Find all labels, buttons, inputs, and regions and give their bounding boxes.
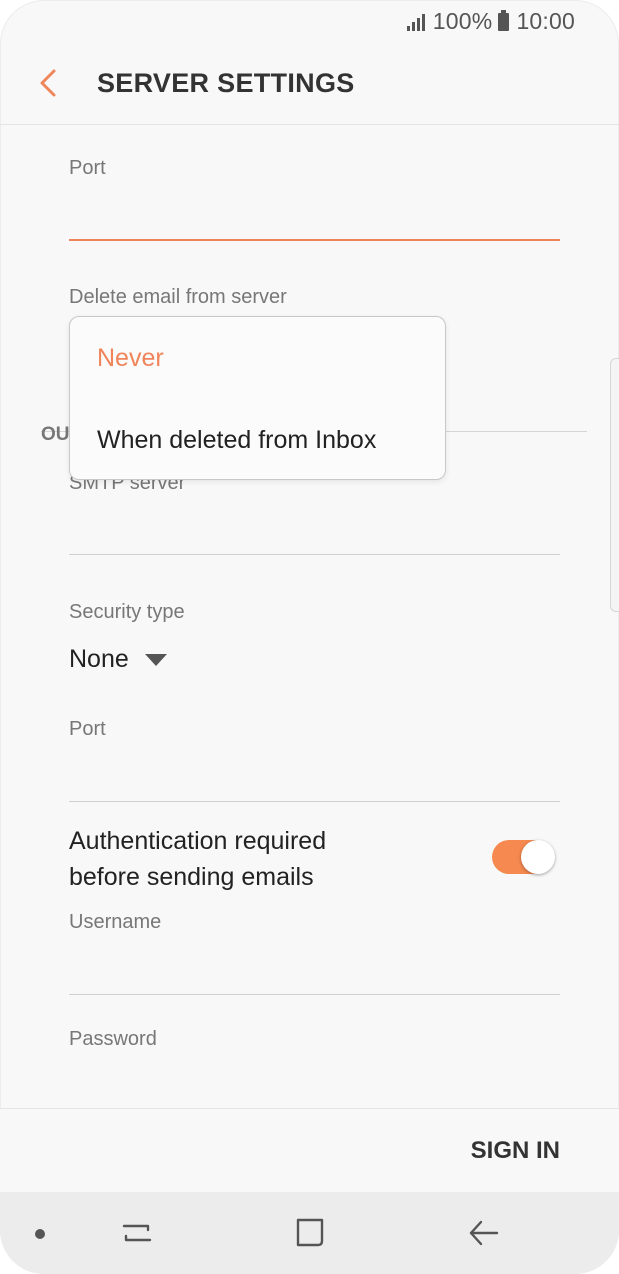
- toggle-knob: [521, 840, 555, 874]
- app-header: SERVER SETTINGS: [0, 42, 619, 125]
- auth-required-label: Authentication required before sending e…: [69, 823, 326, 895]
- auth-line-2: before sending emails: [69, 863, 314, 891]
- phone-screen: 100% 10:00 SERVER SETTINGS Port Delete e…: [0, 0, 619, 1274]
- security-type-value: None: [69, 645, 129, 673]
- edge-panel-handle[interactable]: [610, 358, 619, 612]
- status-bar: 100% 10:00: [0, 0, 619, 42]
- signal-icon: [406, 13, 427, 31]
- battery-percent: 100%: [432, 8, 493, 34]
- security-type-select[interactable]: None: [69, 645, 167, 674]
- option-never[interactable]: Never: [97, 344, 164, 373]
- incoming-port-label: Port: [69, 157, 106, 179]
- nav-dot-icon: [35, 1229, 45, 1239]
- auth-toggle[interactable]: [492, 840, 556, 874]
- delete-email-dropdown: Never When deleted from Inbox: [69, 316, 446, 480]
- smtp-server-input[interactable]: [69, 554, 560, 555]
- username-input[interactable]: [69, 994, 560, 995]
- security-type-label: Security type: [69, 601, 185, 623]
- outgoing-section-heading: OU: [41, 424, 70, 445]
- page-title: SERVER SETTINGS: [97, 68, 355, 98]
- footer-bar: SIGN IN: [0, 1108, 619, 1193]
- status-indicators: 100% 10:00: [406, 8, 575, 35]
- password-label: Password: [69, 1028, 157, 1050]
- dropdown-arrow-icon: [144, 654, 167, 667]
- clock: 10:00: [516, 8, 575, 34]
- delete-email-label: Delete email from server: [69, 286, 287, 308]
- option-when-deleted[interactable]: When deleted from Inbox: [97, 426, 376, 455]
- incoming-port-input[interactable]: [69, 239, 560, 241]
- sign-in-button[interactable]: SIGN IN: [471, 1137, 560, 1165]
- nav-back-icon[interactable]: [465, 1214, 503, 1252]
- navigation-bar: [0, 1192, 619, 1274]
- battery-icon: [498, 9, 510, 31]
- auth-line-1: Authentication required: [69, 827, 327, 855]
- username-label: Username: [69, 911, 162, 933]
- outgoing-port-label: Port: [69, 718, 106, 740]
- recent-apps-icon[interactable]: [118, 1214, 156, 1252]
- home-icon[interactable]: [291, 1214, 329, 1252]
- back-arrow-icon[interactable]: [36, 68, 64, 98]
- outgoing-port-input[interactable]: [69, 801, 560, 802]
